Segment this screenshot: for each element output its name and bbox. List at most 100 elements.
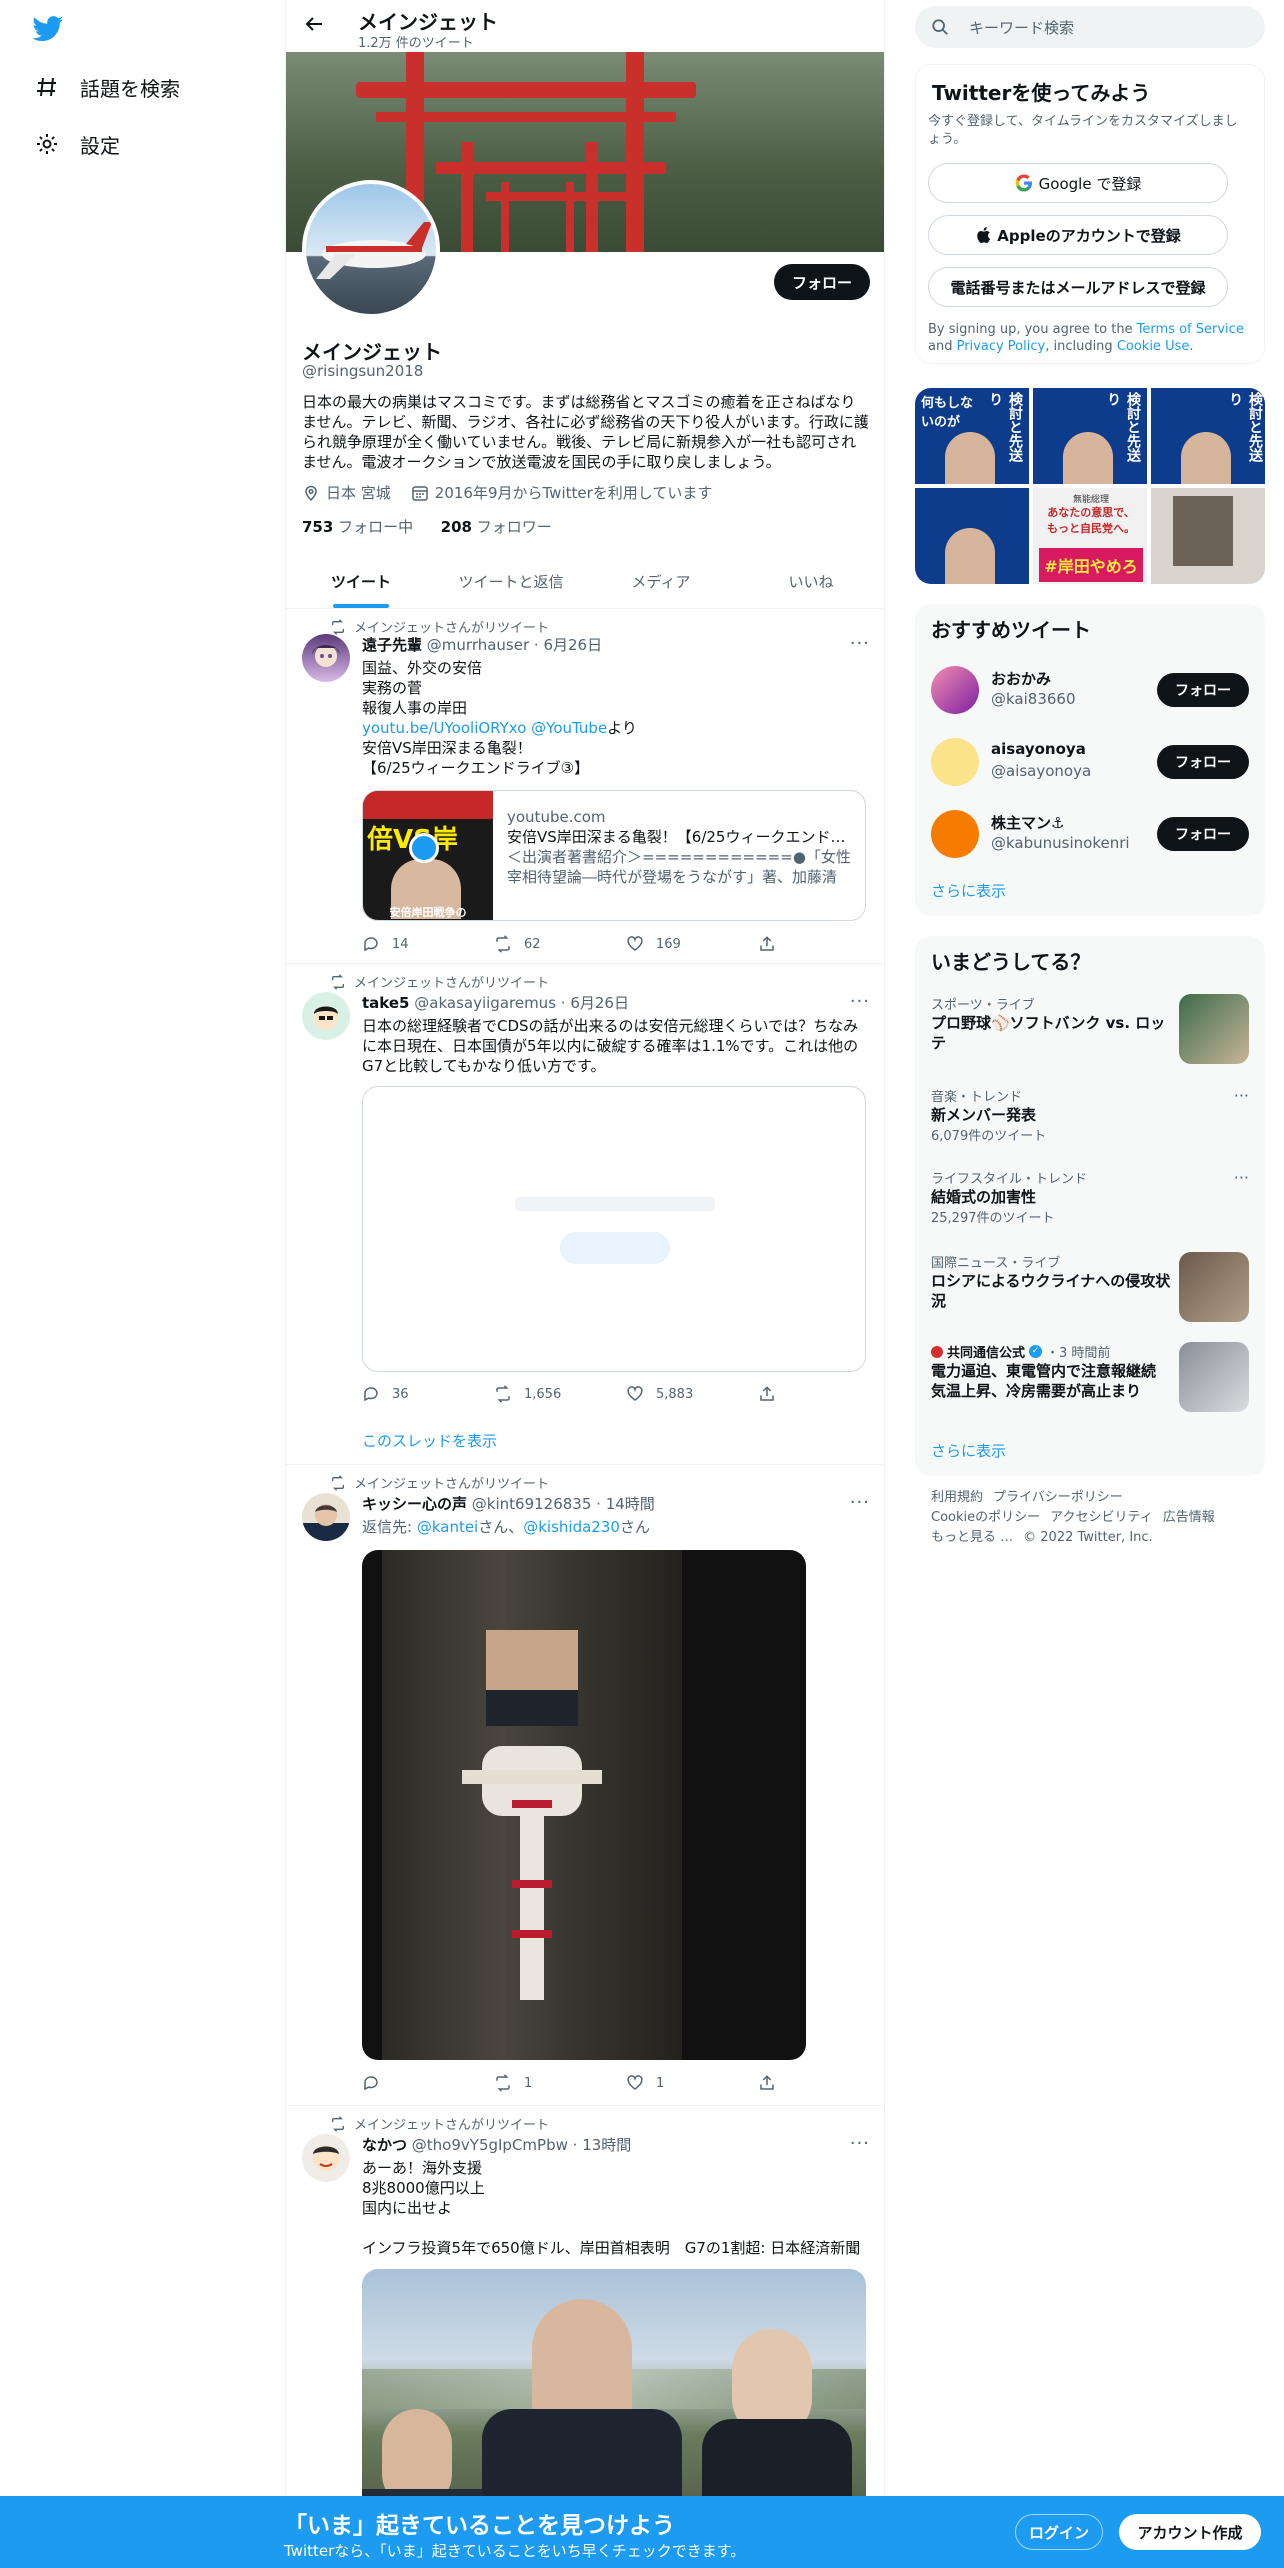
share-button[interactable] [758,934,788,954]
phone-email-signup-button[interactable]: 電話番号またはメールアドレスで登録 [928,267,1228,307]
more-icon[interactable]: ··· [850,633,870,654]
tweet-author-handle[interactable]: @tho9vY5gIpCmPbw [412,2136,568,2154]
tweet-date[interactable]: 6月26日 [543,636,602,654]
trend-thumbnail [1179,994,1249,1064]
show-more-link[interactable]: さらに表示 [931,880,1006,901]
retweet-button[interactable]: 1 [494,2073,626,2093]
calendar-icon [412,485,428,501]
tweet[interactable]: メインジェットさんがリツイート 遠子先輩 @murrhauser · 6月26日… [286,609,884,964]
tweet-author-name[interactable]: take5 [362,994,409,1012]
profile-avatar[interactable] [302,180,440,318]
trend-item[interactable]: 国際ニュース・ライブ ロシアによるウクライナへの侵攻状況 [931,1252,1249,1326]
tweet-author-name[interactable]: キッシー心の声 [362,1495,467,1513]
tab-media[interactable]: メディア [586,556,736,608]
follow-button[interactable]: フォロー [774,264,870,300]
footer-link[interactable]: プライバシーポリシー [993,1490,1123,1505]
tweet-image[interactable] [362,1550,806,2060]
tab-tweets-replies[interactable]: ツイートと返信 [436,556,586,608]
footer-link[interactable]: アクセシビリティ [1050,1510,1153,1525]
share-button[interactable] [758,1384,788,1404]
mention-link[interactable]: @kishida230 [523,1518,620,1536]
reply-button[interactable]: 36 [362,1384,494,1404]
tweet[interactable]: メインジェットさんがリツイート キッシー心の声 @kint69126835 · … [286,1465,884,2106]
follow-button[interactable]: フォロー [1157,817,1249,851]
trends-panel: いまどうしてる？ スポーツ・ライブ プロ野球⚾ソフトバンク vs. ロッテ 音楽… [915,936,1265,1476]
embedded-media-placeholder[interactable] [362,1086,866,1372]
suggested-user[interactable]: 株主マン⚓ @kabunusinokenri フォロー [931,806,1249,862]
twitter-logo-icon[interactable] [32,16,64,42]
tweet-author-handle[interactable]: @akasayiigaremus [414,994,556,1012]
tab-tweets[interactable]: ツイート [286,556,436,608]
tweet-author-handle[interactable]: @kint69126835 [472,1495,592,1513]
trend-item[interactable]: スポーツ・ライブ プロ野球⚾ソフトバンク vs. ロッテ [931,994,1249,1068]
trend-item[interactable]: ライフスタイル・トレンド 結婚式の加害性 25,297件のツイート ··· [931,1168,1249,1228]
avatar[interactable] [302,634,350,682]
followers-link[interactable]: 208 フォロワー [441,518,552,536]
trend-item[interactable]: 音楽・トレンド 新メンバー発表 6,079件のツイート ··· [931,1086,1249,1146]
suggested-user[interactable]: おおかみ @kai83660 フォロー [931,662,1249,718]
terms-link[interactable]: Terms of Service [1137,322,1244,337]
more-icon[interactable]: ··· [1234,1086,1249,1105]
tab-likes[interactable]: いいね [736,556,884,608]
tweet-date[interactable]: 6月26日 [570,994,629,1012]
retweet-icon [332,618,344,635]
kyodo-logo-icon [931,1345,943,1358]
avatar[interactable] [302,1493,350,1541]
reply-button[interactable] [362,2073,494,2093]
like-button[interactable]: 1 [626,2073,758,2093]
share-button[interactable] [758,2073,788,2093]
footer-more-link[interactable]: もっと見る … [931,1530,1013,1545]
footer-link[interactable]: 広告情報 [1163,1510,1215,1525]
footer-link[interactable]: Cookieのポリシー [931,1510,1040,1525]
copyright: © 2022 Twitter, Inc. [1023,1530,1153,1545]
like-button[interactable]: 169 [626,934,758,954]
tweet-date[interactable]: 14時間 [606,1495,655,1513]
media-grid[interactable]: 何もしないのが 検討と先送り 検討と先送り 検討と先送り あなたの意思で、 もっ… [915,388,1265,584]
nav-settings-label: 設定 [80,133,120,158]
verified-icon: ✓ [1029,1345,1043,1358]
login-button[interactable]: ログイン [1015,2514,1103,2550]
search-input[interactable]: キーワード検索 [969,17,1074,38]
back-arrow-icon[interactable] [302,14,326,38]
privacy-link[interactable]: Privacy Policy [957,339,1046,354]
retweet-button[interactable]: 1,656 [494,1384,626,1404]
retweet-button[interactable]: 62 [494,934,626,954]
cookie-link[interactable]: Cookie Use [1117,339,1190,354]
avatar[interactable] [302,2134,350,2182]
follow-button[interactable]: フォロー [1157,673,1249,707]
tweet-date[interactable]: 13時間 [582,2136,631,2154]
more-icon[interactable]: ··· [1234,1168,1249,1187]
mention-link[interactable]: @kantei [417,1518,478,1536]
tweet-author-name[interactable]: なかつ [362,2136,407,2154]
nav-explore[interactable]: 話題を検索 [34,67,180,107]
tweet-author-handle[interactable]: @murrhauser [427,636,529,654]
tweet-link[interactable]: youtu.be/UYooliORYxo [362,719,526,737]
tweet-header: キッシー心の声 @kint69126835 · 14時間 [362,1495,655,1513]
bottom-signup-bar: 「いま」起きていることを見つけよう Twitterなら、「いま」起きていることを… [0,2496,1284,2568]
more-icon[interactable]: ··· [850,1492,870,1513]
avatar[interactable] [302,992,350,1040]
footer-link[interactable]: 利用規約 [931,1490,983,1505]
reply-button[interactable]: 14 [362,934,494,954]
mention-link[interactable]: @YouTube [531,719,607,737]
more-icon[interactable]: ··· [850,991,870,1012]
tweet[interactable]: メインジェットさんがリツイート take5 @akasayiigaremus ·… [286,964,884,1465]
link-card[interactable]: 倍VS岸 安倍岸田戦争の youtube.com 安倍VS岸田深まる亀裂！【6/… [362,790,866,921]
show-more-link[interactable]: さらに表示 [931,1440,1006,1461]
following-link[interactable]: 753 フォロー中 [302,518,413,536]
show-thread-link[interactable]: このスレッドを表示 [362,1430,497,1451]
tweet-actions: 1 1 [362,2073,792,2093]
search-box[interactable]: キーワード検索 [915,6,1265,48]
tweet-author-name[interactable]: 遠子先輩 [362,636,422,654]
trend-thumbnail [1179,1342,1249,1412]
nav-settings[interactable]: 設定 [34,124,120,164]
signup-button[interactable]: アカウント作成 [1119,2514,1261,2550]
more-icon[interactable]: ··· [850,2133,870,2154]
like-button[interactable]: 5,883 [626,1384,758,1404]
apple-signup-button[interactable]: Appleのアカウントで登録 [928,215,1228,255]
suggested-user[interactable]: aisayonoya @aisayonoya フォロー [931,734,1249,790]
google-signup-button[interactable]: Google で登録 [928,163,1228,203]
trend-item[interactable]: 共同通信公式 ✓ ・3 時間前 電力逼迫、東電管内で注意報継続 気温上昇、冷房需… [931,1342,1249,1416]
follow-button[interactable]: フォロー [1157,745,1249,779]
trend-thumbnail [1179,1252,1249,1322]
